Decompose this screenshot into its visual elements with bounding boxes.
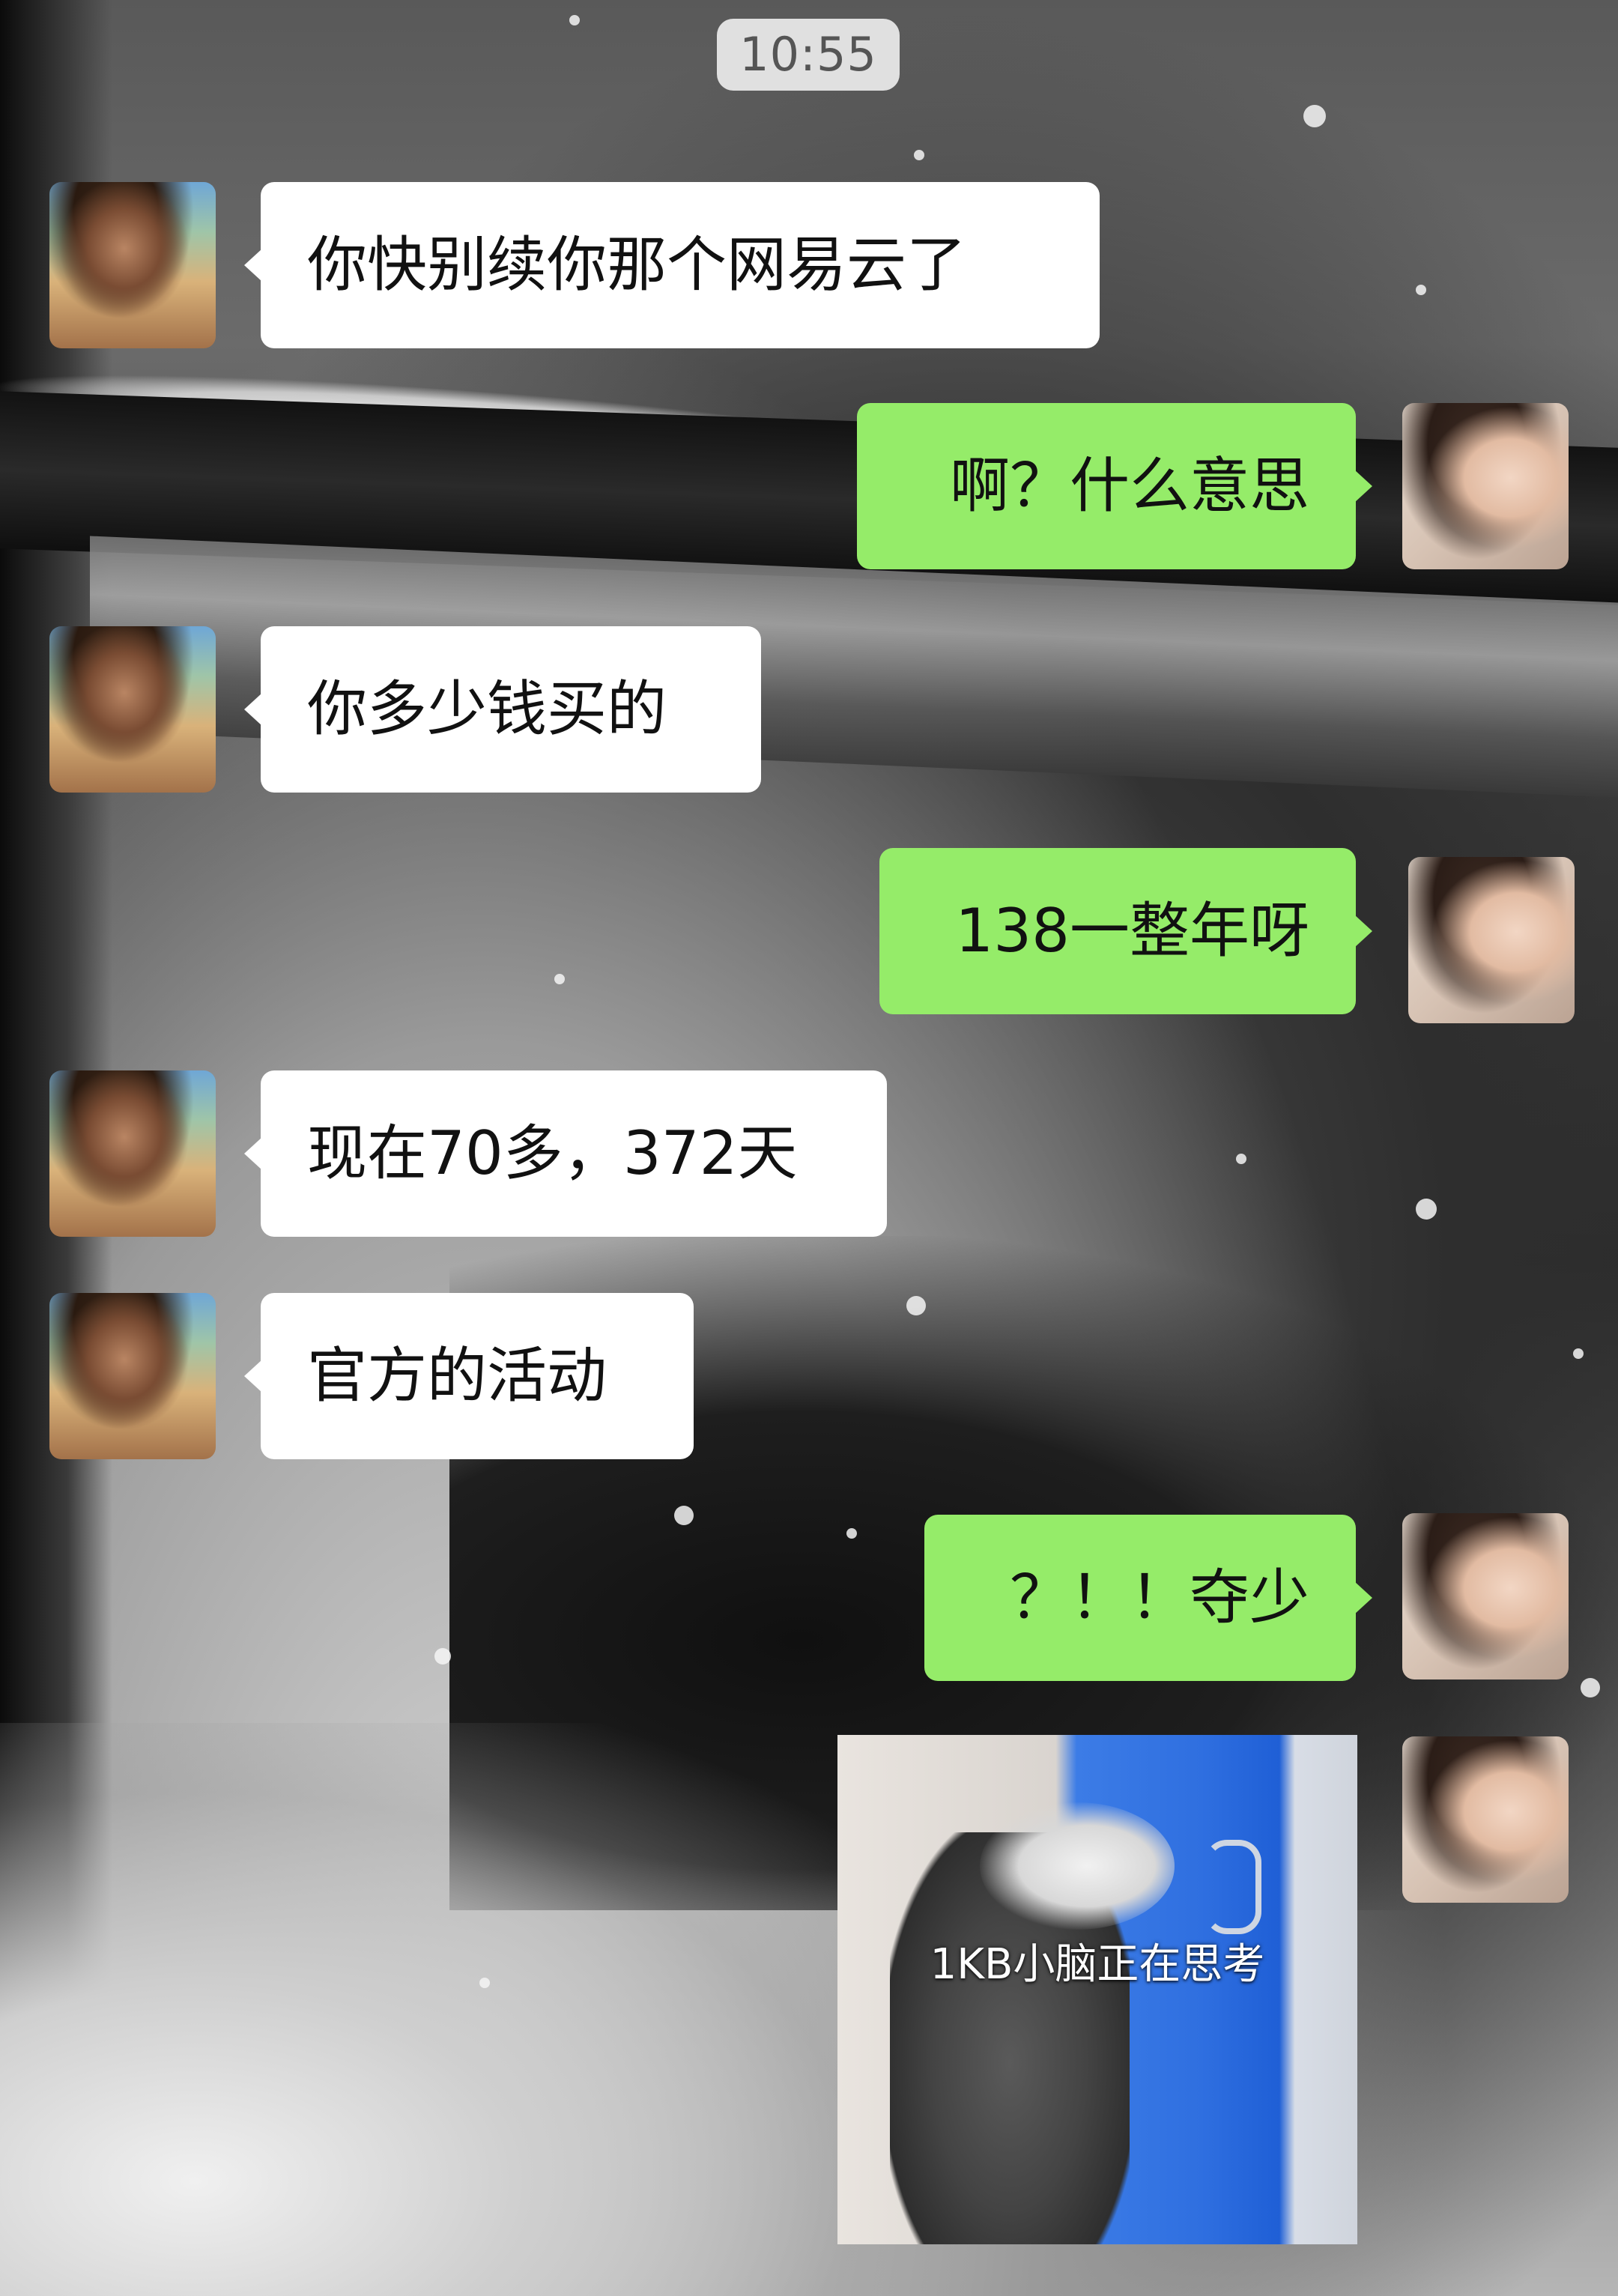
self-avatar[interactable] [1408, 857, 1575, 1023]
message-bubble-incoming[interactable]: 你多少钱买的 [244, 626, 761, 793]
contact-avatar[interactable] [49, 1293, 216, 1459]
self-avatar[interactable] [1402, 403, 1569, 569]
contact-avatar[interactable] [49, 626, 216, 793]
message-bubble-outgoing[interactable]: ？！！夺少 [924, 1515, 1372, 1681]
self-avatar[interactable] [1402, 1513, 1569, 1679]
self-avatar[interactable] [1402, 1736, 1569, 1903]
message-bubble-incoming[interactable]: 官方的活动 [244, 1293, 694, 1459]
message-bubble-outgoing[interactable]: 啊？什么意思 [857, 403, 1372, 569]
sticker-message[interactable]: 1KB小脑正在思考 [837, 1735, 1357, 2244]
snowflake [1303, 105, 1326, 127]
snowflake [434, 1648, 451, 1665]
frost-pattern [0, 1723, 974, 2296]
snowflake [1581, 1678, 1600, 1697]
snowflake [914, 150, 924, 160]
message-bubble-outgoing[interactable]: 138一整年呀 [879, 848, 1372, 1014]
window-handle [1205, 1840, 1261, 1934]
snowflake [569, 15, 580, 25]
snowflake [1416, 1199, 1437, 1220]
snowflake [479, 1978, 490, 1988]
contact-avatar[interactable] [49, 182, 216, 348]
possum-head [980, 1802, 1175, 1930]
snowflake [674, 1506, 694, 1525]
snowflake [906, 1296, 926, 1315]
snowflake [1573, 1348, 1584, 1359]
timestamp: 10:55 [717, 19, 900, 91]
snowflake [554, 974, 565, 984]
snowflake [1236, 1154, 1246, 1164]
snowflake [1416, 285, 1426, 295]
message-bubble-incoming[interactable]: 你快别续你那个网易云了 [244, 182, 1100, 348]
message-bubble-incoming[interactable]: 现在70多，372天 [244, 1070, 887, 1237]
sticker-caption: 1KB小脑正在思考 [930, 1940, 1265, 1989]
contact-avatar[interactable] [49, 1070, 216, 1237]
snowflake [846, 1528, 857, 1539]
